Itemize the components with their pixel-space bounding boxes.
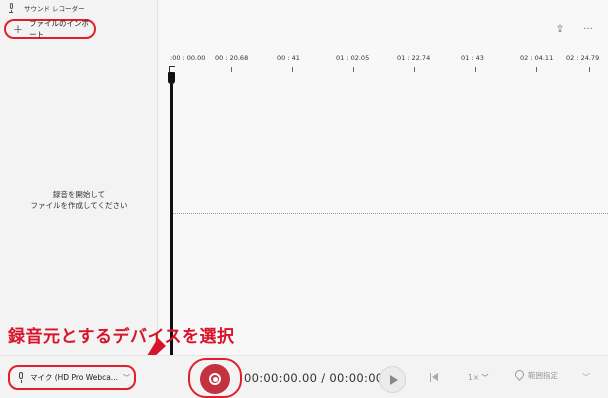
timeline-tick [475,67,476,72]
share-icon[interactable]: ⇪ [554,24,566,36]
timeline-tick [536,67,537,72]
chevron-down-icon: ﹀ [481,374,489,382]
timeline-label: 01 : 22.74 [397,54,431,62]
timeline-tick [589,67,590,72]
playback-speed-selector[interactable]: 1× ﹀ [468,373,488,383]
timeline-tick [231,67,232,72]
mark-range-button[interactable]: 範囲指定 [513,368,558,381]
microphone-icon [8,3,14,13]
sound-recorder-window: サウンド レコーダー + ファイルのインポート 録音を開始して ファイルを作成し… [0,0,608,398]
timeline-label: 01 : 02.05 [336,54,370,62]
import-file-label: ファイルのインポート [29,19,90,39]
playhead-line [169,84,173,355]
control-bar: マイク (HD Pro Webca... ﹀ 00:00:00.00 / 00:… [0,355,608,398]
timeline-tick [353,67,354,72]
chevron-down-icon: ﹀ [122,373,130,382]
record-button[interactable] [200,364,230,394]
timeline-label: 00 : 20.68 [215,54,249,62]
skip-to-start-icon [432,373,438,381]
current-time: 00:00:00.00 [244,371,318,385]
play-button[interactable] [379,366,406,393]
playback-speed-label: 1× [468,373,480,382]
top-toolbar: ⇪ ··· [554,24,594,36]
title-bar: サウンド レコーダー [8,2,85,14]
timeline-label: :00 : 00.00 [170,54,206,62]
app-title: サウンド レコーダー [24,5,85,13]
chevron-down-icon[interactable]: ﹀ [582,372,590,383]
recording-canvas: ⇪ ··· :00 : 00.00 00 : 20.68 00 : 41 01 … [159,0,608,355]
total-time: 00:00:00 [329,371,384,385]
timeline-label: 01 : 43 [461,54,484,62]
input-device-label: マイク (HD Pro Webca... [30,373,118,382]
empty-message-line1: 録音を開始して [52,190,106,199]
empty-message-line2: ファイルを作成してください [30,201,128,210]
timeline-label: 02 : 04.11 [520,54,554,62]
sidebar: サウンド レコーダー + ファイルのインポート 録音を開始して ファイルを作成し… [0,0,158,355]
annotation-text: 録音元とするデバイスを選択 [8,327,235,347]
plus-icon: + [13,22,24,36]
timeline-tick [292,67,293,72]
timeline-tick [414,67,415,72]
mark-range-label: 範囲指定 [528,371,558,380]
playhead-handle[interactable] [168,72,175,84]
time-separator: / [321,371,326,385]
more-options-icon[interactable]: ··· [582,24,594,36]
timeline-label: 02 : 24.79 [566,54,600,62]
location-pin-icon [513,368,526,381]
timeline-label: 00 : 41 [277,54,300,62]
timeline-ruler: :00 : 00.00 00 : 20.68 00 : 41 01 : 02.0… [159,54,608,78]
skip-to-start-button[interactable] [430,373,440,383]
time-display: 00:00:00.00 / 00:00:00 [244,371,383,385]
microphone-icon [17,372,25,383]
import-file-button[interactable]: + ファイルのインポート [4,19,96,39]
record-icon [209,373,221,385]
play-icon [389,374,398,385]
input-device-selector[interactable]: マイク (HD Pro Webca... ﹀ [8,365,136,390]
waveform-baseline [173,213,608,214]
empty-state-message: 録音を開始して ファイルを作成してください [0,189,158,211]
